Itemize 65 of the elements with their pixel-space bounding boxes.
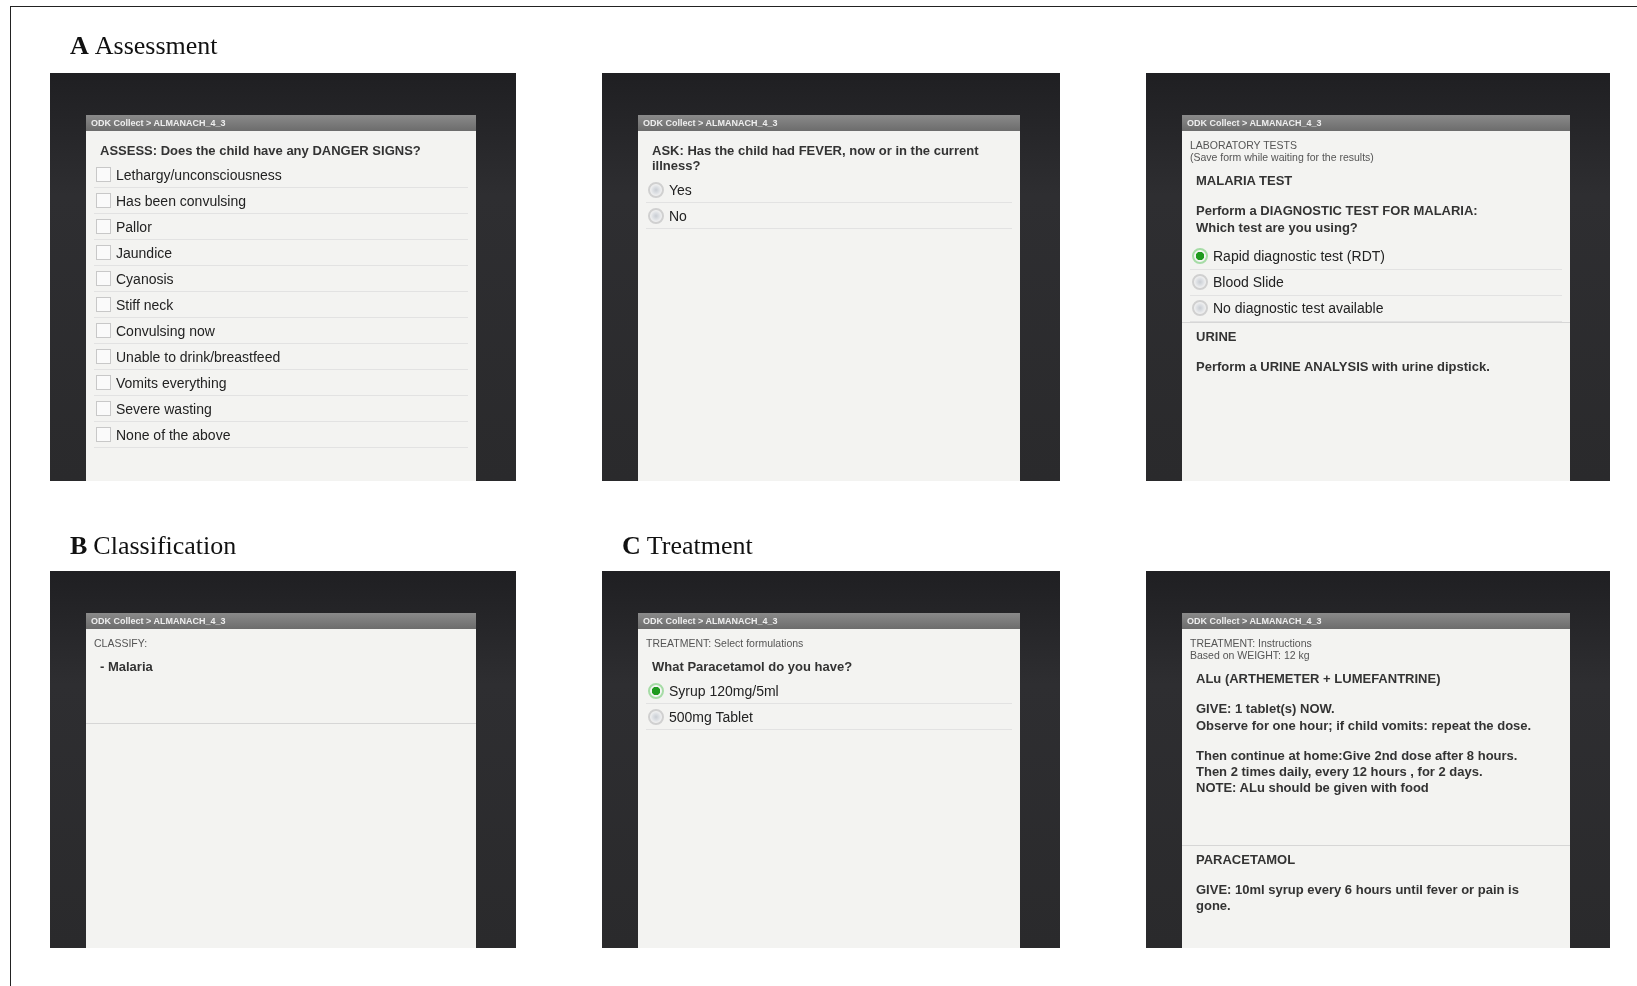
hint-text: LABORATORY TESTS (Save form while waiting for the results) — [1190, 138, 1375, 165]
hint-text: CLASSIFY: — [94, 636, 149, 651]
body-text: GIVE: 1 tablet(s) NOW. Observe for one hour; if child vomits: repeat the dose. — [1195, 700, 1533, 735]
radio-option[interactable]: Syrup 120mg/5ml — [646, 678, 1012, 704]
checkbox[interactable] — [96, 297, 111, 312]
radio-button[interactable] — [1192, 300, 1208, 317]
checkbox-option[interactable]: Stiff neck — [94, 292, 468, 318]
panel-title: Classification — [93, 531, 237, 561]
checkbox[interactable] — [96, 193, 111, 208]
checkbox-option[interactable]: Cyanosis — [94, 266, 468, 292]
question-text: What Paracetamol do you have? — [651, 658, 854, 676]
checkbox[interactable] — [96, 427, 111, 442]
checkbox[interactable] — [96, 167, 111, 182]
body-text: Perform a URINE ANALYSIS with urine dipstick. — [1195, 358, 1491, 376]
radio-option[interactable]: 500mg Tablet — [646, 704, 1012, 730]
radio-button[interactable] — [648, 682, 664, 699]
hint-text: TREATMENT: Instructions Based on WEIGHT: 12 kg — [1190, 636, 1313, 663]
radio-option[interactable]: Rapid diagnostic test (RDT) — [1190, 243, 1562, 270]
radio-button[interactable] — [648, 207, 664, 224]
checkbox-option[interactable]: Unable to drink/breastfeed — [94, 344, 468, 370]
checkbox[interactable] — [96, 245, 111, 260]
question-text: ASSESS: Does the child have any DANGER SIGNS? — [99, 142, 422, 160]
checkbox-option[interactable]: None of the above — [94, 422, 468, 448]
checkbox[interactable] — [96, 219, 111, 234]
checkbox[interactable] — [96, 375, 111, 390]
title-bar: ODK Collect > ALMANACH_4_3 — [638, 613, 1020, 629]
title-bar: ODK Collect > ALMANACH_4_3 — [638, 115, 1020, 131]
panel-letter: C — [622, 531, 641, 561]
checkbox-option[interactable]: Has been convulsing — [94, 188, 468, 214]
checkbox[interactable] — [96, 349, 111, 364]
panel-title: Treatment — [646, 531, 753, 561]
body-text: PARACETAMOL — [1195, 850, 1297, 869]
radio-button[interactable] — [648, 708, 664, 725]
radio-option[interactable]: No — [646, 203, 1012, 229]
radio-button[interactable] — [648, 181, 664, 198]
question-text: ASK: Has the child had FEVER, now or in the current illness? — [651, 142, 980, 175]
body-text: MALARIA TEST — [1195, 172, 1294, 190]
title-bar: ODK Collect > ALMANACH_4_3 — [86, 613, 476, 629]
radio-option[interactable]: Blood Slide — [1190, 269, 1562, 296]
body-text: Then continue at home:Give 2nd dose after 8 hours. Then 2 times daily, every 12 hours , for 2 days. NOTE: ALu should be given with food — [1195, 746, 1519, 798]
title-bar: ODK Collect > ALMANACH_4_3 — [86, 115, 476, 131]
title-bar: ODK Collect > ALMANACH_4_3 — [1182, 613, 1570, 629]
body-text: GIVE: 10ml syrup every 6 hours until fever or pain is gone. — [1195, 880, 1520, 915]
checkbox-option[interactable]: Vomits everything — [94, 370, 468, 396]
checkbox-option[interactable]: Lethargy/unconsciousness — [94, 162, 468, 188]
hint-text: TREATMENT: Select formulations — [646, 636, 805, 651]
radio-option[interactable]: Yes — [646, 177, 1012, 203]
radio-button[interactable] — [1192, 248, 1208, 265]
checkbox[interactable] — [96, 323, 111, 338]
radio-option[interactable]: No diagnostic test available — [1190, 295, 1562, 322]
panel-letter: A — [70, 31, 89, 61]
body-text: ALu (ARTHEMETER + LUMEFANTRINE) — [1195, 670, 1442, 688]
body-text: - Malaria — [99, 658, 154, 676]
body-text: URINE — [1195, 327, 1238, 346]
checkbox-option[interactable]: Severe wasting — [94, 396, 468, 422]
panel-title: Assessment — [94, 31, 218, 61]
body-text: Perform a DIAGNOSTIC TEST FOR MALARIA: Which test are you using? — [1195, 202, 1479, 237]
title-bar: ODK Collect > ALMANACH_4_3 — [1182, 115, 1570, 131]
checkbox-option[interactable]: Jaundice — [94, 240, 468, 266]
checkbox-option[interactable]: Pallor — [94, 214, 468, 240]
panel-letter: B — [70, 531, 88, 561]
checkbox[interactable] — [96, 401, 111, 416]
radio-button[interactable] — [1192, 274, 1208, 291]
checkbox-option[interactable]: Convulsing now — [94, 318, 468, 344]
checkbox[interactable] — [96, 271, 111, 286]
